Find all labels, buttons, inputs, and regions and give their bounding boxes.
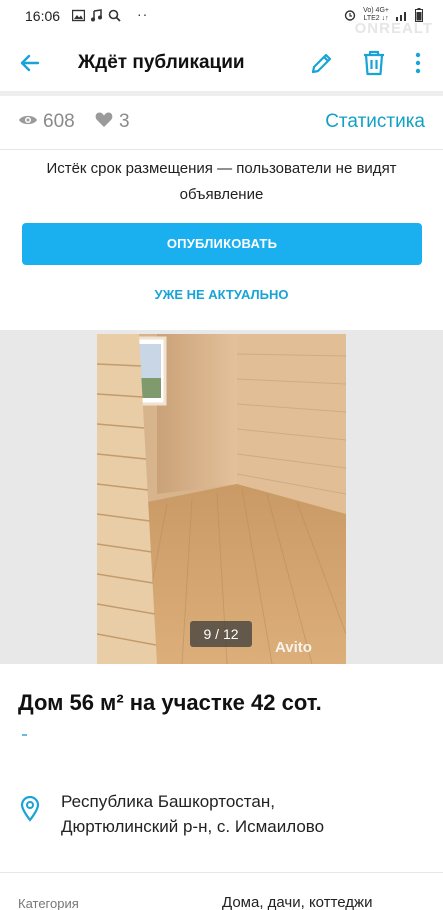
stats-divider xyxy=(0,149,443,150)
search-icon xyxy=(108,9,121,22)
not-actual-button[interactable]: УЖЕ НЕ АКТУАЛЬНО xyxy=(0,287,443,302)
stats-row: 608 3 Статистика xyxy=(0,96,443,150)
app-bar: Ждёт публикации xyxy=(0,33,443,91)
room-photo-image xyxy=(97,334,346,664)
blue-accent-mark xyxy=(22,734,27,736)
listing-title: Дом 56 м² на участке 42 сот. xyxy=(18,690,322,715)
more-vertical-icon[interactable] xyxy=(410,51,426,75)
listing-address[interactable]: Республика Башкортостан, Дюртюлинский р-… xyxy=(61,789,324,839)
category-value: Дома, дачи, коттеджи xyxy=(222,894,373,910)
music-icon xyxy=(91,9,102,22)
eye-icon xyxy=(19,115,37,125)
trash-icon[interactable] xyxy=(361,49,387,77)
status-bar: 16:06 ·· Vo) 4G+ LTE2 ↓↑ ONREALT xyxy=(0,0,443,37)
network-type-top: Vo) 4G+ xyxy=(363,7,389,14)
details-divider xyxy=(0,872,443,873)
gallery-icon xyxy=(72,9,85,22)
expired-notice: Истёк срок размещения — пользователи не … xyxy=(46,160,397,203)
statistics-link[interactable]: Статистика xyxy=(325,111,425,133)
signal-icon xyxy=(396,11,406,21)
publish-button[interactable]: ОПУБЛИКОВАТЬ xyxy=(22,223,422,265)
heart-icon xyxy=(95,112,113,127)
address-line-2: Дюртюлинский р-н, с. Исмаилово xyxy=(61,817,325,836)
listing-photo[interactable] xyxy=(97,334,346,664)
photo-counter: 9 / 12 xyxy=(190,621,252,647)
page-title: Ждёт публикации xyxy=(78,52,245,73)
avito-watermark: Avito xyxy=(275,639,312,656)
location-pin-icon xyxy=(20,796,40,822)
status-more-dots: ·· xyxy=(137,6,149,22)
status-notification-icons xyxy=(72,9,121,22)
edit-pencil-icon[interactable] xyxy=(309,50,335,76)
status-time: 16:06 xyxy=(25,8,61,24)
back-arrow-icon[interactable] xyxy=(18,51,42,75)
address-line-1: Республика Башкортостан, xyxy=(61,792,275,811)
likes-count: 3 xyxy=(119,111,130,132)
category-label: Категория xyxy=(18,896,79,910)
views-count: 608 xyxy=(43,111,75,132)
